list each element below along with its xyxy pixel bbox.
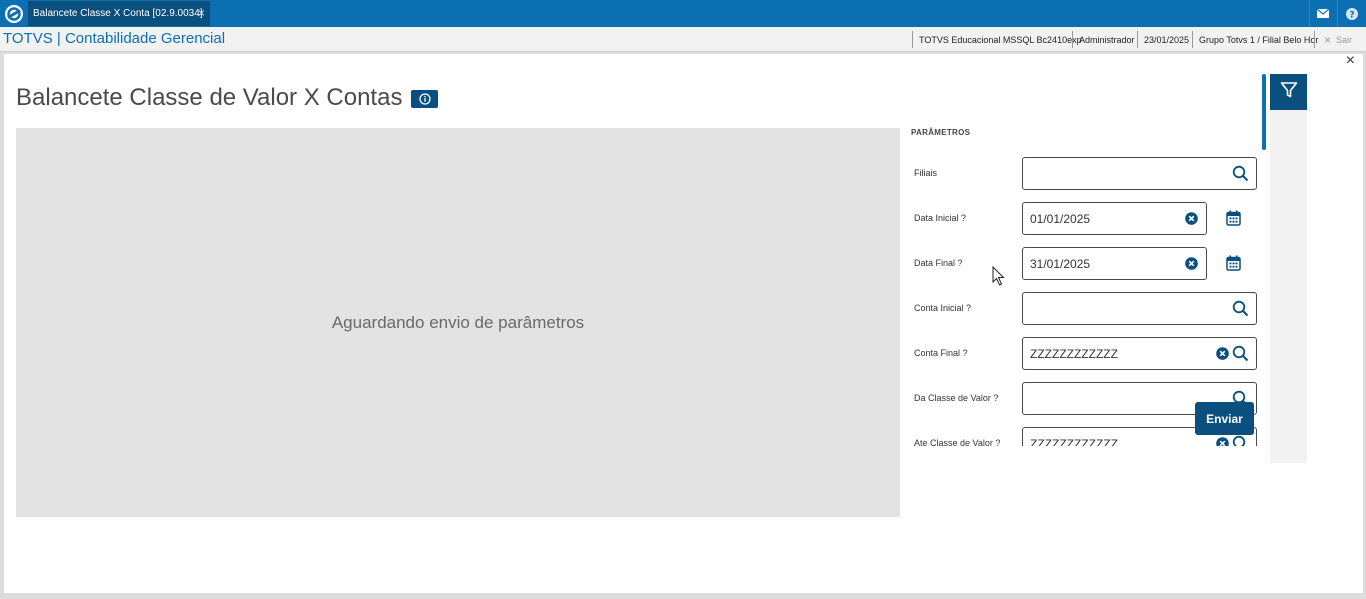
field-label: Ate Classe de Valor ? bbox=[914, 438, 1001, 446]
filter-panel bbox=[1270, 74, 1307, 463]
search-icon[interactable] bbox=[1232, 345, 1249, 362]
parameters-scrollbar[interactable] bbox=[1262, 74, 1266, 150]
field-label: Filiais bbox=[914, 168, 938, 178]
send-button[interactable]: Enviar bbox=[1195, 402, 1254, 435]
field-label: Data Inicial ? bbox=[914, 213, 967, 223]
clear-icon[interactable] bbox=[1185, 257, 1198, 270]
field-filiais: Filiais bbox=[900, 157, 1266, 191]
field-conta-final: Conta Final ? ZZZZZZZZZZZZ bbox=[900, 337, 1266, 371]
field-data-final: Data Final ? 31/01/2025 bbox=[900, 247, 1266, 281]
field-label: Conta Inicial ? bbox=[914, 303, 972, 313]
conta-inicial-input[interactable] bbox=[1022, 292, 1257, 325]
field-value: ZZZZZZZZZZZZ bbox=[1030, 347, 1118, 361]
preview-message: Aguardando envio de parâmetros bbox=[331, 312, 585, 332]
search-icon[interactable] bbox=[1232, 165, 1249, 182]
info-icon[interactable] bbox=[411, 90, 438, 108]
page-close-button[interactable]: × bbox=[1346, 52, 1355, 70]
tab-label: Balancete Classe X Conta [02.9.0034] bbox=[33, 8, 203, 19]
data-inicial-input[interactable]: 01/01/2025 bbox=[1022, 202, 1207, 235]
date-label: 23/01/2025 bbox=[1137, 31, 1195, 48]
calendar-icon[interactable] bbox=[1226, 255, 1241, 271]
field-value: 01/01/2025 bbox=[1030, 212, 1091, 226]
logout-button[interactable]: × Sair bbox=[1314, 31, 1366, 48]
totvs-logo-icon[interactable] bbox=[2, 2, 26, 25]
field-value: 31/01/2025 bbox=[1030, 257, 1091, 271]
conta-final-input[interactable]: ZZZZZZZZZZZZ bbox=[1022, 337, 1257, 370]
report-preview: Aguardando envio de parâmetros bbox=[16, 128, 900, 517]
branch-label: Grupo Totvs 1 / Filial Belo Hor bbox=[1192, 31, 1324, 48]
clear-icon[interactable] bbox=[1216, 347, 1229, 360]
calendar-icon[interactable] bbox=[1226, 210, 1241, 226]
logout-label: Sair bbox=[1336, 34, 1353, 45]
svg-text:?: ? bbox=[1349, 10, 1354, 20]
data-final-input[interactable]: 31/01/2025 bbox=[1022, 247, 1207, 280]
field-label: Conta Final ? bbox=[914, 348, 968, 358]
clear-icon[interactable] bbox=[1185, 212, 1198, 225]
field-conta-inicial: Conta Inicial ? bbox=[900, 292, 1266, 326]
app-title: TOTVS | Contabilidade Gerencial bbox=[3, 30, 226, 47]
parameters-panel: PARÂMETROS Filiais Data Inicial ? 01/01/… bbox=[900, 128, 1274, 517]
environment-label: TOTVS Educacional MSSQL Bc2410exp bbox=[912, 31, 1088, 48]
parameters-scroll-area[interactable]: Filiais Data Inicial ? 01/01/2025 Data F… bbox=[900, 128, 1266, 446]
app-header: TOTVS | Contabilidade Gerencial TOTVS Ed… bbox=[0, 27, 1366, 52]
mail-icon[interactable] bbox=[1309, 0, 1336, 27]
filiais-input[interactable] bbox=[1022, 157, 1257, 190]
close-icon: × bbox=[1324, 32, 1332, 47]
cursor-icon bbox=[992, 265, 1006, 291]
page-title: Balancete Classe de Valor X Contas bbox=[16, 84, 403, 111]
filter-icon bbox=[1280, 81, 1298, 104]
field-value: ZZZZZZZZZZZZ bbox=[1030, 437, 1118, 446]
search-icon[interactable] bbox=[1232, 435, 1249, 446]
tab-balancete[interactable]: Balancete Classe X Conta [02.9.0034] × bbox=[28, 1, 210, 26]
user-label: Administrador bbox=[1072, 31, 1141, 48]
field-label: Data Final ? bbox=[914, 258, 963, 268]
tab-close-icon[interactable]: × bbox=[198, 6, 205, 20]
top-tab-bar: Balancete Classe X Conta [02.9.0034] × ? bbox=[0, 0, 1366, 27]
help-icon[interactable]: ? bbox=[1337, 0, 1366, 27]
search-icon[interactable] bbox=[1232, 300, 1249, 317]
field-data-inicial: Data Inicial ? 01/01/2025 bbox=[900, 202, 1266, 236]
clear-icon[interactable] bbox=[1216, 437, 1229, 446]
field-label: Da Classe de Valor ? bbox=[914, 393, 999, 403]
filter-button[interactable] bbox=[1270, 74, 1307, 110]
